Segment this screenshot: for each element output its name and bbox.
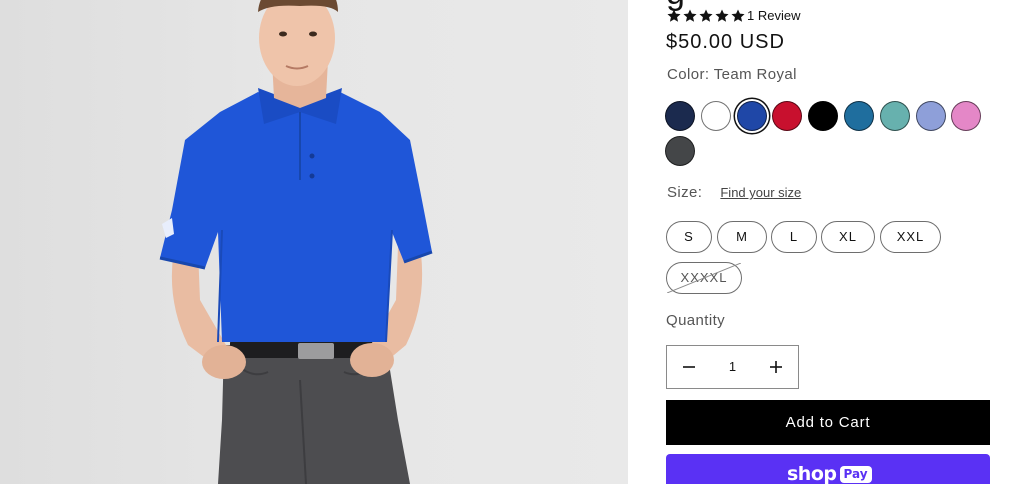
color-swatch-team-royal[interactable]: [736, 101, 767, 131]
color-swatch-black[interactable]: [808, 101, 839, 131]
color-swatch-red[interactable]: [772, 101, 803, 131]
product-info-panel: g 1 Review $50.00 USD Color: Team Royal …: [628, 0, 1024, 484]
quantity-input[interactable]: [711, 346, 754, 388]
minus-icon: [683, 366, 695, 368]
rating-stars: [666, 8, 746, 24]
size-option-xxxxl[interactable]: XXXXL: [666, 262, 742, 294]
product-price: $50.00 USD: [666, 31, 785, 53]
star-icon: [714, 8, 730, 24]
quantity-label: Quantity: [666, 312, 726, 329]
size-option-s[interactable]: S: [666, 221, 712, 253]
size-option-xxl[interactable]: XXL: [880, 221, 941, 253]
size-option-m[interactable]: M: [717, 221, 767, 253]
star-icon: [698, 8, 714, 24]
quantity-decrease-button[interactable]: [667, 346, 711, 388]
color-swatch-navy[interactable]: [665, 101, 695, 131]
color-swatch-periwinkle[interactable]: [915, 101, 946, 131]
color-swatch-pink[interactable]: [951, 101, 982, 131]
shop-pay-badge: Pay: [839, 465, 872, 483]
size-label: Size:: [667, 184, 703, 201]
product-image: [0, 0, 628, 484]
size-option-l[interactable]: L: [771, 221, 817, 253]
color-swatch-white[interactable]: [700, 101, 731, 131]
size-guide-link[interactable]: Find your size: [720, 185, 801, 200]
size-option-label: XXXXL: [680, 270, 728, 285]
color-swatch-teal-blue[interactable]: [844, 101, 874, 131]
color-swatch-charcoal[interactable]: [665, 136, 695, 166]
star-icon: [666, 8, 682, 24]
size-row: Size: Find your size: [667, 184, 801, 201]
color-swatch-aqua[interactable]: [879, 101, 910, 131]
size-option-label: M: [736, 229, 748, 244]
shop-pay-logo: shop Pay: [787, 463, 872, 484]
star-icon: [730, 8, 746, 24]
size-option-label: S: [684, 229, 694, 244]
size-option-label: XL: [839, 229, 857, 244]
shop-pay-button[interactable]: shop Pay: [666, 454, 990, 484]
size-option-label: XXL: [896, 229, 925, 244]
review-count-link[interactable]: 1 Review: [747, 8, 800, 24]
add-to-cart-button[interactable]: Add to Cart: [666, 400, 990, 445]
quantity-increase-button[interactable]: [754, 346, 798, 388]
size-option-label: L: [789, 229, 799, 244]
color-label: Color: Team Royal: [667, 66, 797, 83]
shop-pay-wordmark: shop: [787, 463, 837, 484]
star-icon: [682, 8, 698, 24]
product-rating[interactable]: 1 Review: [666, 8, 800, 24]
quantity-stepper: [666, 345, 799, 389]
model-wearing-polo-illustration: [159, 0, 433, 484]
size-option-xl[interactable]: XL: [821, 221, 875, 253]
plus-icon: [770, 361, 782, 373]
